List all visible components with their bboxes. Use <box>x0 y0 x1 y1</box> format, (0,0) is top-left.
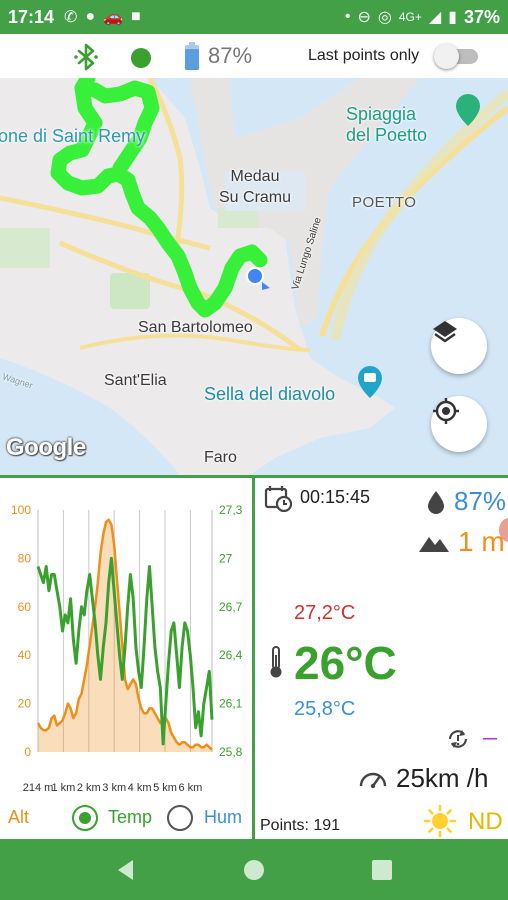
chart-x-tick-label: 214 m <box>23 782 54 794</box>
chart-left-tick-label: 20 <box>18 697 32 711</box>
readings-panel: 00:15:45 87% 1 m 27,2°C 26°C 25,8°C --- … <box>258 478 508 839</box>
map-label-sella-diavolo: Sella del diavolo <box>204 384 336 404</box>
dnd-icon: ⊖ <box>357 9 371 26</box>
navigation-bar <box>0 839 508 900</box>
altitude-temperature-chart: 100 80 60 40 20 0 27,3 27 26,7 26,4 26,1 25,8 214 m1… <box>11 503 243 794</box>
light-value: ND <box>468 808 503 835</box>
chart-right-tick-label: 27,3 <box>219 503 243 517</box>
dot-icon: • <box>344 8 351 25</box>
chart-x-tick-label: 2 km <box>77 782 101 794</box>
video-icon: ■ <box>131 8 141 25</box>
chart-x-tick-label: 1 km <box>51 782 75 794</box>
status-bar: 17:14 ✆ ● 🚗 ■ • ⊖ ◎ 4G+ ◢ ▮ 37% <box>0 0 508 34</box>
elapsed-time-icon <box>264 486 292 512</box>
legend-hum-label[interactable]: Hum <box>204 807 242 828</box>
layers-icon <box>433 321 457 343</box>
map-label-san-bartolomeo: San Bartolomeo <box>138 319 253 336</box>
chart-left-tick-label: 0 <box>24 745 31 759</box>
thermometer-icon <box>270 646 282 678</box>
rotation-value: --- <box>482 727 498 749</box>
map-label-sant-elia: Sant'Elia <box>104 372 167 389</box>
app-toolbar: 87% Last points only <box>0 34 508 78</box>
hum-radio[interactable] <box>167 805 193 831</box>
chart-right-tick-label: 27 <box>219 551 233 565</box>
network-type: 4G+ <box>398 10 422 24</box>
home-icon[interactable] <box>241 857 267 883</box>
connection-status-dot <box>131 48 151 68</box>
temperature-min: 25,8°C <box>294 698 356 720</box>
google-logo: Google <box>6 434 86 461</box>
chart-right-tick-label: 25,8 <box>219 745 243 759</box>
hotspot-icon: ◎ <box>377 9 392 26</box>
bluetooth-icon[interactable] <box>70 41 102 73</box>
device-battery-percent: 87% <box>208 43 253 68</box>
park-area-west <box>0 228 50 268</box>
map-label-faro: Faro <box>204 449 237 466</box>
bottom-panels: 100 80 60 40 20 0 27,3 27 26,7 26,4 26,1 25,8 214 m1… <box>0 475 508 839</box>
whatsapp-icon: ✆ <box>64 9 78 26</box>
elapsed-time: 00:15:45 <box>300 487 371 507</box>
camera-glyph <box>364 373 376 382</box>
chart-left-tick-label: 80 <box>18 551 32 565</box>
chart-left-tick-label: 100 <box>11 503 31 517</box>
humidity-drop-icon <box>428 491 444 514</box>
temp-radio[interactable] <box>72 805 98 831</box>
temperature-max: 27,2°C <box>294 602 356 624</box>
chart-x-tick-label: 5 km <box>153 782 177 794</box>
chart-left-tick-label: 40 <box>18 648 32 662</box>
rotation-icon <box>448 730 468 748</box>
chart-x-tick-label: 4 km <box>128 782 152 794</box>
chart-right-tick-label: 26,7 <box>219 600 243 614</box>
current-location-icon <box>246 267 264 285</box>
last-points-toggle[interactable] <box>434 44 480 69</box>
temperature-current: 26°C <box>294 637 397 689</box>
map-label-poetto: POETTO <box>352 194 417 211</box>
status-time: 17:14 <box>8 6 55 27</box>
map-label-spiaggia: Spiaggia del Poetto <box>346 104 428 145</box>
points-count: Points: 191 <box>260 817 341 834</box>
map-label-medau: Medau Su Cramu <box>219 168 292 206</box>
recents-icon[interactable] <box>369 857 395 883</box>
legend-temp-label[interactable]: Temp <box>108 807 152 828</box>
sun-icon <box>423 804 457 838</box>
chart-x-tick-label: 3 km <box>102 782 126 794</box>
map-view[interactable]: one di Saint Remy Medau Su Cramu Spiaggi… <box>0 78 508 475</box>
humidity-value: 87% <box>454 486 507 516</box>
altitude-value: 1 m <box>458 526 505 557</box>
last-points-label: Last points only <box>308 47 420 64</box>
app-screen: 17:14 ✆ ● 🚗 ■ • ⊖ ◎ 4G+ ◢ ▮ 37% 87% Last… <box>0 0 508 900</box>
signal-icon: ◢ <box>428 9 442 26</box>
speed-value: 25km /h <box>396 763 489 793</box>
back-icon[interactable] <box>113 857 139 883</box>
legend-alt-label: Alt <box>8 807 30 827</box>
toggle-thumb <box>434 44 459 69</box>
altitude-mountain-icon <box>419 537 449 552</box>
layers-button[interactable] <box>431 318 487 374</box>
speedometer-icon <box>359 772 387 789</box>
my-location-icon <box>433 398 459 424</box>
status-battery-percent: 37% <box>463 6 500 27</box>
chart-x-tick-label: 6 km <box>178 782 202 794</box>
chart-left-tick-label: 60 <box>18 600 32 614</box>
battery-icon: ▮ <box>448 9 457 26</box>
car-icon: 🚗 <box>103 9 124 26</box>
my-location-button[interactable] <box>431 396 487 452</box>
chart-legend: Alt Temp Hum <box>0 803 255 833</box>
device-battery-icon <box>185 42 199 70</box>
chat-bubble-icon: ● <box>85 8 96 25</box>
chart-right-tick-label: 26,1 <box>219 697 243 711</box>
chart-panel: 100 80 60 40 20 0 27,3 27 26,7 26,4 26,1 25,8 214 m1… <box>0 478 255 839</box>
map-label-saint-remy: one di Saint Remy <box>0 126 146 146</box>
chart-right-tick-label: 26,4 <box>219 648 243 662</box>
